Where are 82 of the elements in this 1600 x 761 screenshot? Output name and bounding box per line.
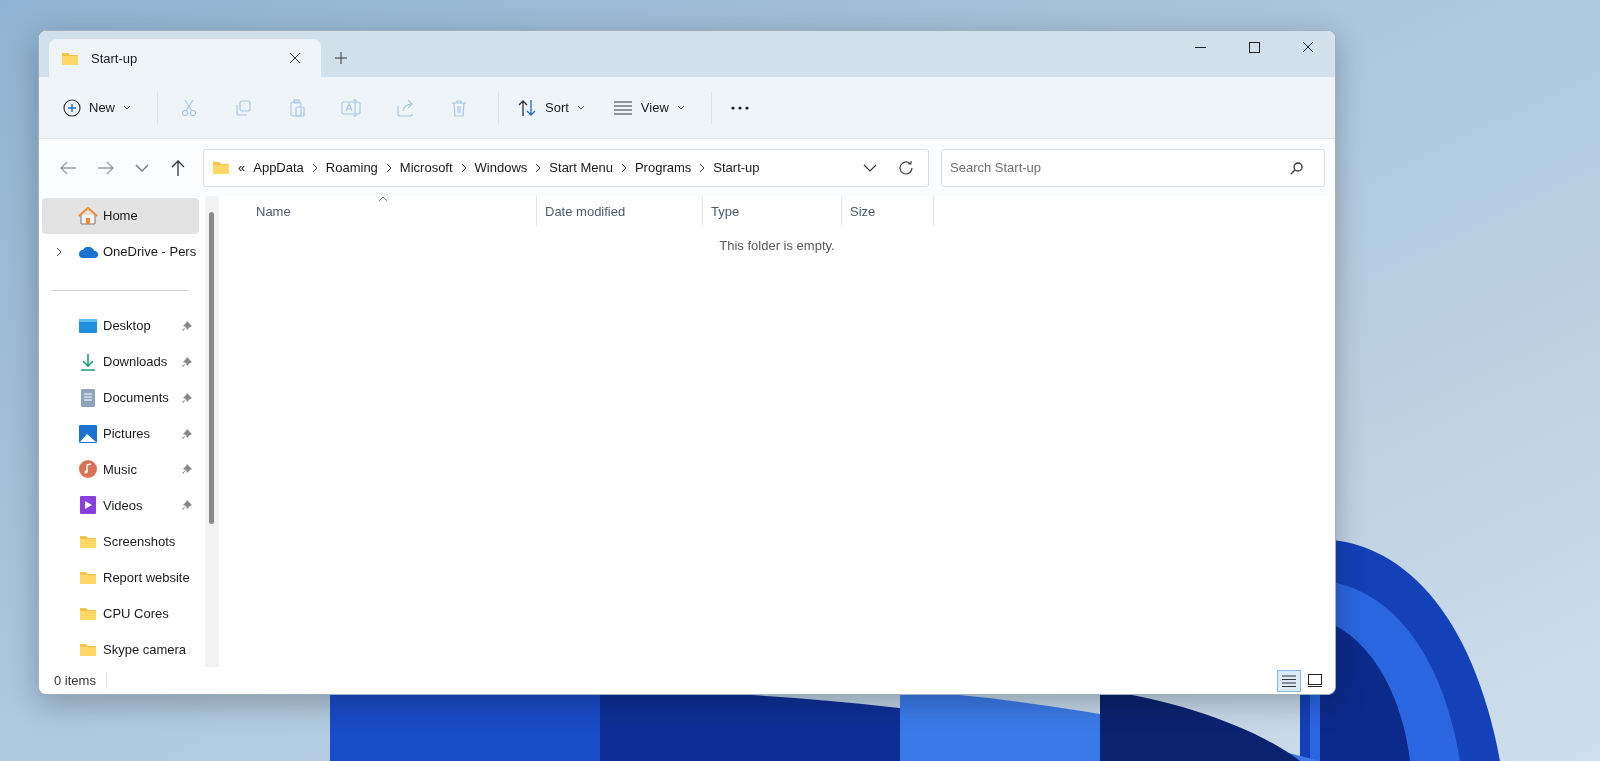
minimize-icon — [1194, 46, 1206, 48]
chevron-right-icon — [56, 246, 62, 257]
item-count: 0 items — [54, 673, 96, 688]
close-icon — [1302, 41, 1314, 53]
pin-icon — [181, 463, 193, 476]
caret-icon — [676, 105, 685, 110]
folder-icon — [61, 50, 79, 66]
pin-icon — [181, 319, 193, 332]
empty-folder-message: This folder is empty. — [719, 238, 835, 253]
sidebar-item[interactable]: Videos — [42, 487, 199, 524]
breadcrumb[interactable]: Roaming — [325, 160, 378, 175]
up-arrow-icon — [170, 158, 186, 177]
download-icon — [80, 352, 96, 371]
chevron-down-icon — [135, 163, 149, 172]
details-view-button[interactable] — [1277, 669, 1301, 692]
video-icon — [80, 496, 96, 515]
maximize-icon — [1248, 41, 1260, 53]
chevron-right-icon — [620, 162, 627, 173]
search-field[interactable]: Search Start-up — [941, 148, 1325, 187]
sidebar-item[interactable]: Skype camera — [42, 631, 199, 668]
sidebar-item[interactable]: Music — [42, 451, 199, 488]
sidebar-item[interactable]: Pictures — [42, 415, 199, 452]
cloud-icon — [78, 244, 98, 259]
column-header[interactable]: Type — [703, 196, 842, 226]
folder-icon — [79, 605, 97, 621]
caret-icon — [123, 105, 131, 110]
sidebar-item[interactable]: Report website — [42, 559, 199, 596]
desktop-icon — [79, 317, 97, 334]
tiles-view-icon — [1308, 674, 1322, 687]
toolbar-menu-button[interactable]: View — [602, 89, 695, 126]
breadcrumb[interactable]: AppData — [253, 160, 304, 175]
folder-icon — [79, 533, 97, 549]
chevron-right-icon — [460, 162, 467, 173]
home-icon — [78, 206, 98, 225]
folder-icon — [212, 160, 230, 175]
document-icon — [81, 388, 95, 407]
sort-icon — [517, 98, 537, 117]
list-view-icon — [612, 100, 633, 115]
folder-icon — [79, 569, 97, 585]
scrollbar[interactable] — [205, 196, 219, 667]
sidebar-item[interactable]: Desktop — [42, 307, 199, 344]
chevron-right-icon — [385, 162, 392, 173]
add-icon — [63, 98, 81, 117]
chevron-right-icon — [699, 162, 706, 173]
address-bar[interactable]: « AppData Roaming Microsoft Windows Start Menu Programs Start-up — [203, 148, 929, 187]
sidebar-item[interactable]: Documents — [42, 379, 199, 416]
breadcrumb[interactable]: Microsoft — [399, 160, 453, 175]
chevron-right-icon — [311, 162, 318, 173]
tab[interactable]: Start-up — [49, 39, 321, 77]
pin-icon — [181, 427, 193, 440]
folder-icon — [79, 641, 97, 657]
toolbar-menu-button[interactable]: Sort — [507, 89, 595, 126]
refresh-icon — [898, 159, 914, 176]
column-header[interactable]: Size — [842, 196, 934, 226]
sidebar-item[interactable]: Downloads — [42, 343, 199, 380]
overflow-indicator[interactable]: « — [238, 160, 246, 175]
list-view-icon — [1282, 674, 1296, 687]
sidebar-item[interactable]: Screenshots — [42, 523, 199, 560]
pin-icon — [181, 391, 193, 404]
pin-icon — [181, 355, 193, 368]
column-header[interactable]: Name — [219, 196, 537, 226]
toolbar-menu-button[interactable]: New — [53, 89, 141, 126]
pin-icon — [181, 499, 193, 512]
chevron-down-icon — [863, 163, 877, 172]
music-icon — [79, 460, 97, 479]
breadcrumb[interactable]: Start Menu — [549, 160, 613, 175]
column-header[interactable]: Date modified — [537, 196, 703, 226]
sidebar-item[interactable]: CPU Cores — [42, 595, 199, 632]
search-icon — [1290, 161, 1303, 175]
picture-icon — [79, 424, 97, 443]
chevron-right-icon — [535, 162, 542, 173]
caret-icon — [576, 105, 585, 110]
sidebar-item[interactable]: Home — [42, 198, 199, 234]
plus-icon — [335, 52, 347, 64]
forward-arrow-icon — [97, 159, 115, 176]
sidebar-item[interactable]: OneDrive - Pers — [42, 233, 199, 270]
sort-up-icon — [377, 196, 388, 202]
close-icon — [289, 52, 301, 64]
breadcrumb[interactable]: Programs — [634, 160, 692, 175]
breadcrumb[interactable]: Start-up — [713, 160, 760, 175]
back-arrow-icon — [59, 159, 77, 176]
breadcrumb[interactable]: Windows — [474, 160, 528, 175]
